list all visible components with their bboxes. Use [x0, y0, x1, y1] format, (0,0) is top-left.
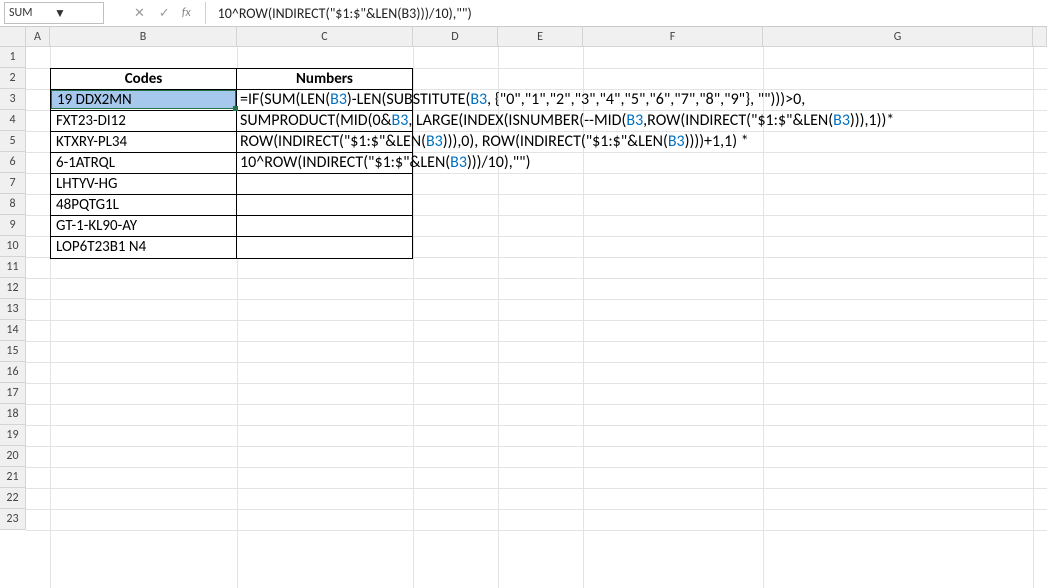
formula-overflow-line: 10^ROW(INDIRECT("$1:$"&LEN(B3)))/10),"")	[240, 152, 530, 173]
row-header-4[interactable]: 4	[0, 110, 26, 131]
row-header-14[interactable]: 14	[0, 320, 26, 341]
row-header-20[interactable]: 20	[0, 446, 26, 467]
formula-overflow-line: SUMPRODUCT(MID(0&B3, LARGE(INDEX(ISNUMBE…	[240, 110, 894, 131]
row-header-7[interactable]: 7	[0, 173, 26, 194]
column-header-f[interactable]: F	[583, 27, 763, 46]
select-all-corner[interactable]	[0, 27, 26, 47]
column-header-c[interactable]: C	[237, 27, 413, 46]
row-header-6[interactable]: 6	[0, 152, 26, 173]
row-header-11[interactable]: 11	[0, 257, 26, 278]
enter-icon[interactable]: ✓	[159, 6, 170, 21]
table-cell-code[interactable]: LOP6T23B1 N4	[51, 237, 237, 258]
table-header: Codes	[51, 69, 237, 89]
row-headers: 1234567891011121314151617181920212223	[0, 47, 26, 530]
table-cell-code[interactable]: FXT23-DI12	[51, 111, 237, 131]
row-header-23[interactable]: 23	[0, 509, 26, 530]
chevron-down-icon[interactable]: ▼	[54, 6, 99, 21]
column-header-b[interactable]: B	[50, 27, 237, 46]
row-header-15[interactable]: 15	[0, 341, 26, 362]
row-header-22[interactable]: 22	[0, 488, 26, 509]
table-row: GT-1-KL90-AY	[51, 216, 412, 237]
table-cell-code[interactable]: GT-1-KL90-AY	[51, 216, 237, 236]
fill-handle[interactable]	[233, 106, 238, 111]
formula-overflow-line: ROW(INDIRECT("$1:$"&LEN(B3))),0), ROW(IN…	[240, 131, 749, 152]
table-row: LHTYV-HG	[51, 174, 412, 195]
row-header-5[interactable]: 5	[0, 131, 26, 152]
row-header-8[interactable]: 8	[0, 194, 26, 215]
row-header-10[interactable]: 10	[0, 236, 26, 257]
row-header-21[interactable]: 21	[0, 467, 26, 488]
column-header-g[interactable]: G	[763, 27, 1033, 46]
formula-bar-text: 10^ROW(INDIRECT("$1:$"&LEN(B3)))/10),"")	[218, 5, 472, 22]
column-header-a[interactable]: A	[26, 27, 50, 46]
row-header-3[interactable]: 3	[0, 89, 26, 110]
row-header-12[interactable]: 12	[0, 278, 26, 299]
formula-bar[interactable]: 10^ROW(INDIRECT("$1:$"&LEN(B3)))/10),"")	[205, 2, 1047, 24]
row-header-18[interactable]: 18	[0, 404, 26, 425]
formula-bar-row: SUM ▼ ✕ ✓ fx 10^ROW(INDIRECT("$1:$"&LEN(…	[0, 0, 1047, 27]
table-cell-code[interactable]: KTXRY-PL34	[51, 132, 237, 152]
row-header-16[interactable]: 16	[0, 362, 26, 383]
name-box-text: SUM	[9, 6, 54, 20]
fx-icon[interactable]: fx	[182, 6, 191, 20]
cancel-icon[interactable]: ✕	[134, 6, 145, 21]
row-header-17[interactable]: 17	[0, 383, 26, 404]
table-cell-number[interactable]	[237, 195, 412, 215]
column-header-extra	[1033, 27, 1047, 46]
table-header: Numbers	[237, 69, 412, 89]
column-header-e[interactable]: E	[498, 27, 583, 46]
column-header-d[interactable]: D	[413, 27, 498, 46]
row-header-2[interactable]: 2	[0, 68, 26, 89]
table-cell-number[interactable]	[237, 216, 412, 236]
row-header-19[interactable]: 19	[0, 425, 26, 446]
row-header-13[interactable]: 13	[0, 299, 26, 320]
table-row: LOP6T23B1 N4	[51, 237, 412, 258]
formula-overflow-line: =IF(SUM(LEN(B3)-LEN(SUBSTITUTE(B3, {"0",…	[240, 89, 805, 110]
table-cell-code[interactable]: LHTYV-HG	[51, 174, 237, 194]
column-headers: ABCDEFG	[0, 27, 1047, 47]
name-box[interactable]: SUM ▼	[4, 2, 104, 24]
active-cell[interactable]: 19 DDX2MN	[51, 90, 236, 109]
table-cell-code[interactable]: 48PQTG1L	[51, 195, 237, 215]
row-header-9[interactable]: 9	[0, 215, 26, 236]
table-cell-number[interactable]	[237, 174, 412, 194]
table-row: 48PQTG1L	[51, 195, 412, 216]
table-cell-code[interactable]: 6-1ATRQL	[51, 153, 237, 173]
spreadsheet-grid[interactable]: ABCDEFG 12345678910111213141516171819202…	[0, 27, 1047, 47]
table-cell-number[interactable]	[237, 237, 412, 258]
row-header-1[interactable]: 1	[0, 47, 26, 68]
